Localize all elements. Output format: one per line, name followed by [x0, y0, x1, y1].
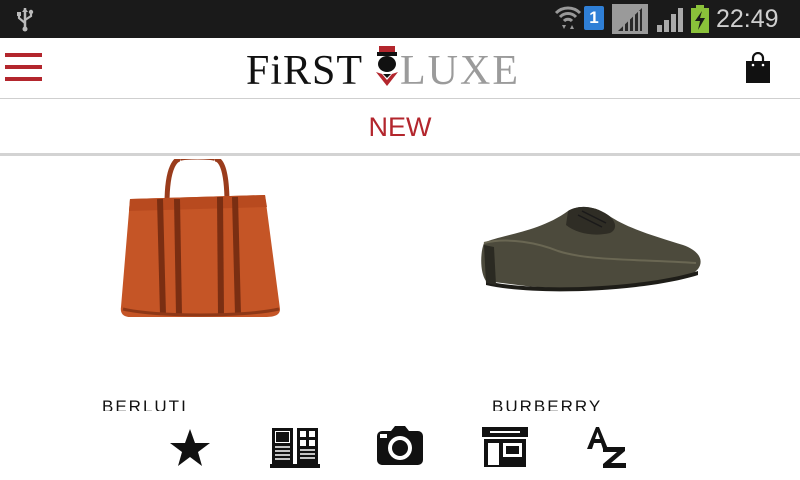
orange-tote-bag-image: [120, 159, 280, 317]
shopping-bag-icon[interactable]: [744, 52, 772, 84]
catalog-button[interactable]: [270, 425, 320, 469]
sim-icon: [612, 4, 648, 34]
brand-logo[interactable]: FiRST LUXE: [246, 46, 522, 92]
camera-button[interactable]: [375, 425, 425, 469]
brands-az-button[interactable]: [583, 425, 633, 469]
battery-charging-icon: [691, 5, 709, 33]
favorites-button[interactable]: [165, 425, 215, 469]
store-icon: [482, 427, 528, 467]
product-grid: BERLUTI BURBERRY: [0, 159, 800, 411]
product-card[interactable]: BURBERRY: [400, 159, 800, 411]
notification-badge: 1: [584, 6, 604, 30]
product-brand: BURBERRY: [492, 397, 603, 411]
section-title: NEW: [368, 112, 432, 142]
logo-luxe-text: LUXE: [400, 48, 520, 94]
bottom-navigation: [0, 411, 800, 480]
menu-icon-bar: [5, 77, 42, 81]
az-sort-icon: [587, 427, 626, 468]
catalog-icon: [270, 428, 320, 468]
star-icon: [170, 429, 210, 466]
product-brand: BERLUTI: [102, 397, 188, 411]
logo-first-text: FiRST: [246, 48, 364, 94]
menu-icon-bar: [5, 65, 42, 69]
camera-icon: [377, 426, 423, 465]
menu-button[interactable]: [5, 52, 43, 84]
menu-icon-bar: [5, 53, 42, 57]
wifi-icon: [554, 6, 582, 29]
app-header: FiRST LUXE: [0, 38, 800, 99]
product-card[interactable]: BERLUTI: [0, 159, 400, 411]
leather-shoe-image: [481, 206, 701, 292]
clock: 22:49: [716, 5, 779, 33]
doorman-logo-icon: [376, 46, 398, 86]
stores-button[interactable]: [480, 425, 530, 469]
section-header: NEW: [0, 100, 800, 156]
status-bar: 1 22:49: [0, 0, 800, 38]
signal-icon: [657, 8, 683, 32]
usb-icon: [17, 8, 34, 32]
